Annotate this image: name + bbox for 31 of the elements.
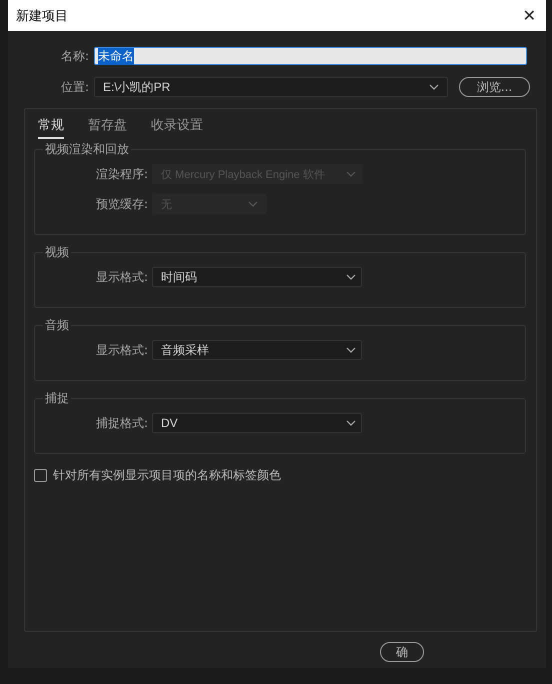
field-label: 捕捉格式: xyxy=(94,414,148,432)
checkbox-label: 针对所有实例显示项目项的名称和标签颜色 xyxy=(53,467,281,484)
browse-button[interactable]: 浏览... xyxy=(459,77,530,97)
dropdown[interactable]: 时间码 xyxy=(152,267,362,287)
dropdown[interactable]: DV xyxy=(152,413,362,433)
chevron-down-icon xyxy=(346,347,356,353)
field-label: 渲染程序: xyxy=(94,166,148,182)
chevron-down-icon xyxy=(248,201,258,207)
tab[interactable]: 收录设置 xyxy=(151,113,203,139)
close-button[interactable]: ✕ xyxy=(518,6,540,25)
dropdown[interactable]: E:\小凯的PR xyxy=(94,77,448,97)
chevron-down-icon xyxy=(346,171,356,177)
window-title: 新建项目 xyxy=(16,8,68,24)
chevron-down-icon xyxy=(346,274,356,280)
checkbox[interactable] xyxy=(34,469,47,482)
confirm-button[interactable]: 确 xyxy=(380,642,424,662)
field-label: 显示格式: xyxy=(94,268,148,286)
chevron-down-icon xyxy=(429,84,439,90)
tab[interactable]: 暂存盘 xyxy=(88,113,127,139)
chevron-down-icon xyxy=(346,420,356,426)
tab[interactable]: 常规 xyxy=(38,113,64,139)
field-label: 显示格式: xyxy=(94,342,148,358)
field-label: 位置: xyxy=(60,78,89,96)
group-title: 音频 xyxy=(43,317,71,334)
name-field[interactable]: 未命名 xyxy=(94,47,527,65)
dropdown[interactable]: 音频采样 xyxy=(152,340,362,360)
group-title: 捕捉 xyxy=(43,390,71,407)
group-title: 视频渲染和回放 xyxy=(43,141,131,158)
field-label: 预览缓存: xyxy=(94,196,148,212)
field-label: 名称: xyxy=(60,48,89,64)
group-title: 视频 xyxy=(43,244,71,261)
